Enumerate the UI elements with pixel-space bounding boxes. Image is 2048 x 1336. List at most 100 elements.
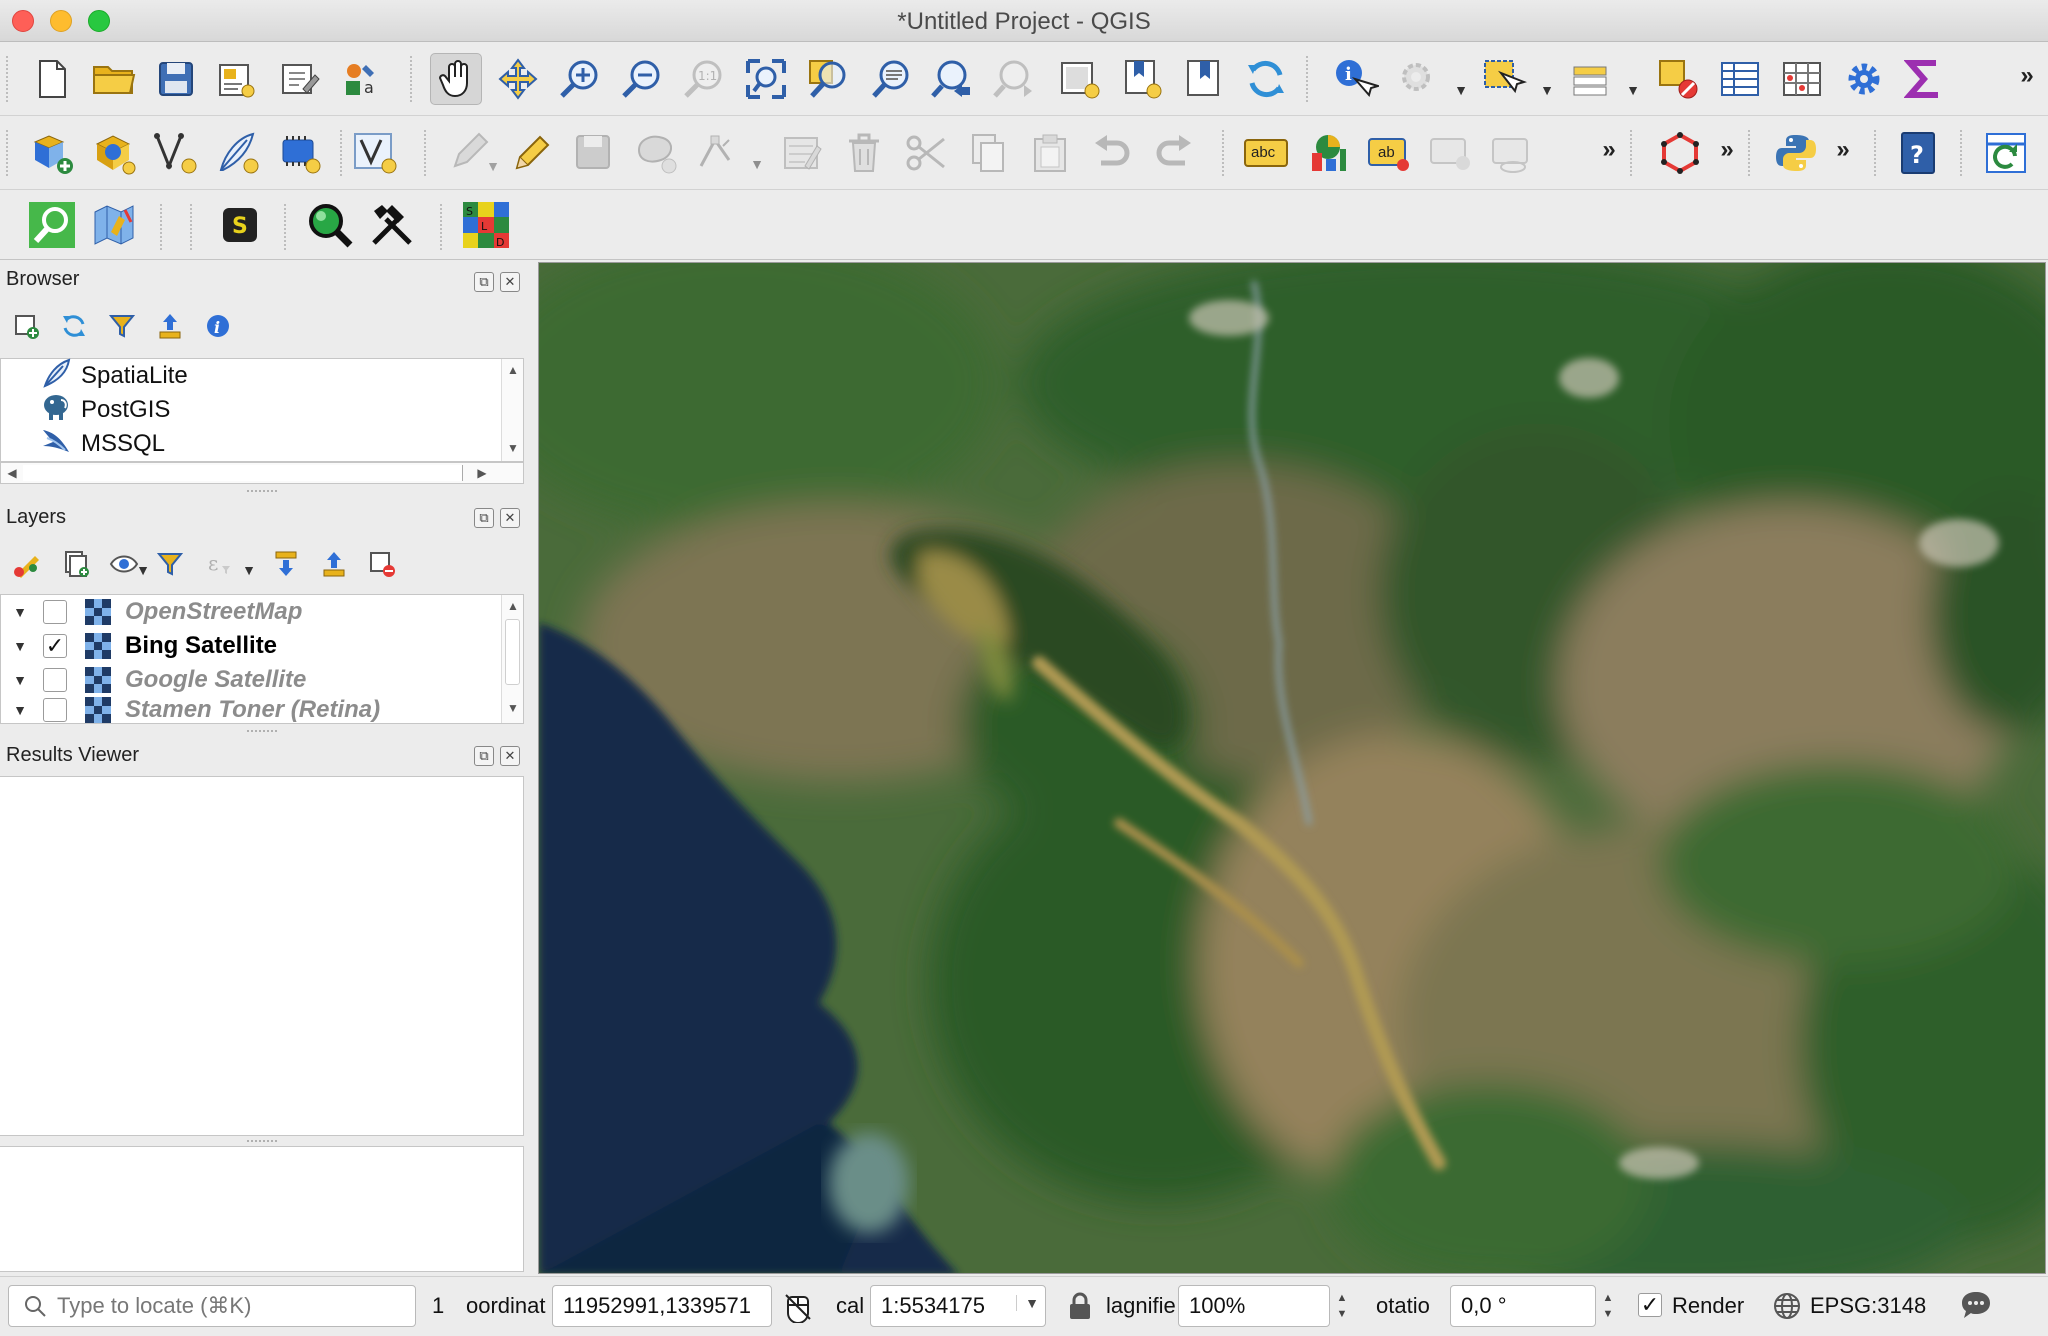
new-geopackage-layer-icon[interactable] xyxy=(88,127,140,179)
new-print-layout-icon[interactable] xyxy=(210,53,262,105)
layer-visibility-checkbox[interactable] xyxy=(43,698,67,722)
scroll-up-arrow-icon[interactable]: ▲ xyxy=(502,363,524,377)
select-features-icon[interactable] xyxy=(1478,53,1530,105)
browser-item-postgis[interactable]: PostGIS xyxy=(41,393,170,427)
filter-browser-icon[interactable] xyxy=(104,308,140,344)
rotation-field[interactable]: 0,0 ° xyxy=(1450,1285,1596,1327)
layer-visibility-checkbox[interactable]: ✓ xyxy=(43,634,67,658)
plugin-reloader-icon[interactable] xyxy=(1980,127,2032,179)
layers-scroll-thumb[interactable] xyxy=(505,619,520,685)
pan-to-selection-icon[interactable] xyxy=(492,53,544,105)
browser-item-mssql[interactable]: MSSQL xyxy=(41,427,165,461)
statistical-summary-icon[interactable] xyxy=(1776,53,1828,105)
properties-info-icon[interactable]: i xyxy=(200,308,236,344)
dock-vertical-splitter[interactable] xyxy=(528,262,536,1274)
filter-by-expression-icon[interactable]: ε xyxy=(200,546,236,582)
redo-icon[interactable] xyxy=(1148,127,1200,179)
zoom-native-resolution-icon[interactable]: 1:1 xyxy=(678,53,730,105)
layer-row-google-satellite[interactable]: ▼ Google Satellite xyxy=(1,663,496,697)
scroll-left-arrow-icon[interactable]: ◀ xyxy=(1,466,23,480)
help-contents-icon[interactable]: ? xyxy=(1892,127,1944,179)
copy-features-icon[interactable] xyxy=(962,127,1014,179)
save-layer-edits-icon[interactable] xyxy=(568,127,620,179)
log-messages-speech-bubble-icon[interactable] xyxy=(1958,1289,1994,1323)
layer-row-bing-satellite[interactable]: ▼ ✓ Bing Satellite xyxy=(1,629,496,663)
browser-close-button[interactable]: ✕ xyxy=(500,272,520,292)
modify-attributes-icon[interactable] xyxy=(776,127,828,179)
browser-vertical-scrollbar[interactable]: ▲ ▼ xyxy=(501,359,523,461)
layer-visibility-checkbox[interactable] xyxy=(43,600,67,624)
select-features-dropdown[interactable]: ▼ xyxy=(1538,78,1556,102)
layers-close-button[interactable]: ✕ xyxy=(500,508,520,528)
browser-horizontal-scrollbar[interactable]: ◀ ▶ xyxy=(0,462,524,484)
browser-layers-splitter[interactable] xyxy=(0,486,524,496)
map-canvas[interactable] xyxy=(538,262,2046,1274)
expand-all-icon[interactable] xyxy=(268,546,304,582)
crs-globe-icon[interactable] xyxy=(1772,1291,1802,1321)
render-checkbox[interactable]: ✓ xyxy=(1638,1293,1662,1317)
messages-count-label[interactable]: 1 xyxy=(432,1293,444,1319)
add-group-icon[interactable] xyxy=(58,546,94,582)
toggle-editing-pencil-icon[interactable] xyxy=(506,127,558,179)
filter-expression-dropdown[interactable]: ▼ xyxy=(240,558,258,582)
horizontal-scroll-thumb[interactable] xyxy=(23,465,463,481)
open-attribute-table-icon[interactable] xyxy=(1714,53,1766,105)
new-virtual-layer-icon[interactable] xyxy=(350,127,402,179)
zoom-to-selection-icon[interactable] xyxy=(802,53,854,105)
toolbar1-overflow-chevron[interactable]: » xyxy=(2012,62,2042,90)
layout-manager-icon[interactable] xyxy=(274,53,326,105)
locator-search-field[interactable]: Type to locate (⌘K) xyxy=(8,1285,416,1327)
save-project-icon[interactable] xyxy=(150,53,202,105)
identify-features-icon[interactable]: i xyxy=(1330,53,1382,105)
browser-item-spatialite[interactable]: SpatiaLite xyxy=(41,358,188,393)
magnifier-spinner[interactable]: ▲ ▼ xyxy=(1330,1285,1354,1327)
zoom-last-icon[interactable] xyxy=(926,53,978,105)
delete-selected-trash-icon[interactable] xyxy=(838,127,890,179)
data-source-manager-icon[interactable] xyxy=(26,127,78,179)
toggle-extents-mouse-icon[interactable] xyxy=(782,1291,814,1324)
processing-tools-hammer-icon[interactable] xyxy=(366,199,418,251)
layers-vertical-scrollbar[interactable]: ▲ ▼ xyxy=(501,595,523,723)
select-by-value-dropdown[interactable]: ▼ xyxy=(1624,78,1642,102)
scroll-right-arrow-icon[interactable]: ▶ xyxy=(471,466,493,480)
new-project-icon[interactable] xyxy=(26,53,78,105)
cut-features-scissors-icon[interactable] xyxy=(900,127,952,179)
refresh-icon[interactable] xyxy=(1240,53,1292,105)
crs-label[interactable]: EPSG:3148 xyxy=(1810,1293,1926,1319)
toolbar2-overflow-chevron-b[interactable]: » xyxy=(1712,136,1742,164)
layers-results-splitter[interactable] xyxy=(0,726,524,736)
results-close-button[interactable]: ✕ xyxy=(500,746,520,766)
new-bookmark-icon[interactable] xyxy=(1116,53,1168,105)
scroll-down-arrow-icon[interactable]: ▼ xyxy=(502,701,524,715)
new-temporary-scratch-layer-icon[interactable] xyxy=(274,127,326,179)
python-console-icon[interactable] xyxy=(1770,127,1822,179)
layer-visibility-checkbox[interactable] xyxy=(43,668,67,692)
magnifier-field[interactable]: 100% xyxy=(1178,1285,1330,1327)
expand-triangle-icon[interactable]: ▼ xyxy=(1,638,39,654)
results-splitter[interactable] xyxy=(0,1136,524,1146)
pin-unpin-labels-icon[interactable] xyxy=(1426,127,1478,179)
run-feature-action-icon[interactable] xyxy=(1392,53,1444,105)
coordinate-field[interactable]: 11952991,1339571 xyxy=(552,1285,772,1327)
add-polygon-feature-icon[interactable] xyxy=(630,127,682,179)
toolbox-gear-icon[interactable] xyxy=(1838,53,1890,105)
collapse-all-icon[interactable] xyxy=(152,308,188,344)
refresh-browser-icon[interactable] xyxy=(56,308,92,344)
remove-layer-icon[interactable] xyxy=(364,546,400,582)
deselect-all-icon[interactable] xyxy=(1652,53,1704,105)
scroll-up-arrow-icon[interactable]: ▲ xyxy=(502,599,524,613)
expand-triangle-icon[interactable]: ▼ xyxy=(1,672,39,688)
scale-dropdown-arrow-icon[interactable]: ▼ xyxy=(1016,1295,1039,1311)
show-bookmarks-icon[interactable] xyxy=(1178,53,1230,105)
filter-legend-icon[interactable] xyxy=(152,546,188,582)
highlight-pinned-labels-icon[interactable]: ab xyxy=(1364,127,1416,179)
zoom-next-icon[interactable] xyxy=(988,53,1040,105)
layer-row-openstreetmap[interactable]: ▼ OpenStreetMap xyxy=(1,595,496,629)
select-by-value-icon[interactable] xyxy=(1566,53,1618,105)
style-manager-icon[interactable]: a xyxy=(336,53,388,105)
new-map-view-icon[interactable] xyxy=(1054,53,1106,105)
script-runner-s-icon[interactable]: S xyxy=(214,199,266,251)
vertex-tool-dropdown[interactable]: ▼ xyxy=(748,152,766,176)
shape-digitizing-icon[interactable] xyxy=(1654,127,1706,179)
metasearch-magnifier-icon[interactable] xyxy=(304,199,356,251)
